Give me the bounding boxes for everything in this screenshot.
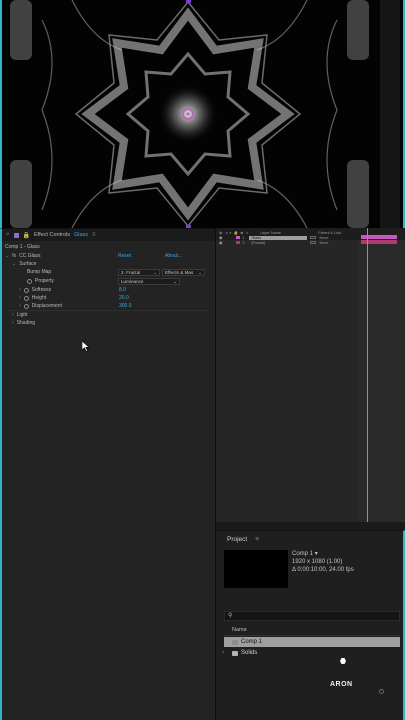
displacement-value[interactable]: 300.0 bbox=[119, 302, 132, 310]
mouse-cursor-icon bbox=[82, 341, 90, 352]
project-tab[interactable]: Project ≡ bbox=[216, 531, 403, 547]
softness-row: › Softness bbox=[19, 286, 51, 294]
effect-name: CC Glass bbox=[19, 253, 41, 259]
light-label: Light bbox=[16, 312, 28, 318]
label-color-swatch[interactable] bbox=[236, 241, 241, 244]
comp-name: Comp 1 bbox=[292, 551, 314, 557]
lock-icon[interactable] bbox=[13, 232, 19, 238]
number-icon: # bbox=[246, 230, 249, 235]
expand-arrow-icon[interactable]: › bbox=[19, 287, 21, 293]
surface-label: Surface bbox=[19, 261, 37, 267]
chevron-down-icon: ⌄ bbox=[173, 278, 177, 284]
comp-path: Comp 1 - Glass bbox=[5, 244, 40, 250]
timeline-track-area[interactable] bbox=[359, 228, 405, 530]
playhead[interactable] bbox=[367, 228, 368, 524]
collapse-arrow-icon[interactable]: ⌄ bbox=[5, 253, 9, 259]
project-item-folder[interactable]: › Solids bbox=[222, 648, 400, 658]
surface-group[interactable]: ⌄ Surface bbox=[12, 260, 36, 268]
bump-map-value: 2. Fractal bbox=[121, 270, 141, 275]
label-color-swatch[interactable] bbox=[236, 236, 241, 239]
project-panel: Project ≡ Comp 1 ▾ 1920 x 1080 (1.00) Δ … bbox=[216, 530, 405, 720]
collapse-arrow-icon[interactable]: ⌄ bbox=[12, 261, 16, 267]
panel-menu-icon[interactable]: ≡ bbox=[255, 536, 259, 543]
touch-indicator-icon bbox=[379, 689, 384, 694]
expand-arrow-icon[interactable]: › bbox=[19, 303, 21, 309]
tab-layer-name[interactable]: Glass bbox=[74, 232, 88, 238]
effect-controls-panel: × 🔒 Effect Controls Glass ≡ Comp 1 - Gla… bbox=[0, 228, 215, 720]
visibility-icon[interactable]: ◉ bbox=[219, 240, 222, 245]
lock-toggle-icon[interactable]: 🔒 bbox=[23, 232, 30, 239]
height-row: › Height bbox=[19, 294, 46, 302]
chevron-down-icon: ⌄ bbox=[153, 269, 157, 275]
bump-map-layer-select[interactable]: 2. Fractal ⌄ bbox=[118, 269, 160, 276]
folder-icon bbox=[232, 650, 238, 656]
effect-header-row[interactable]: ⌄ fx CC Glass Reset About... bbox=[5, 252, 213, 260]
item-name: Comp 1 bbox=[241, 639, 263, 645]
bump-map-source: Effects & Mas bbox=[165, 270, 194, 275]
reset-button[interactable]: Reset bbox=[118, 253, 131, 259]
softness-label: Softness bbox=[31, 287, 52, 293]
close-icon[interactable]: × bbox=[6, 232, 10, 238]
kaleidoscope-render bbox=[2, 0, 403, 228]
project-item-comp[interactable]: Comp 1 bbox=[224, 637, 400, 647]
comp-duration: Δ 0:00:10:00, 24.00 fps bbox=[292, 567, 354, 573]
timeline-footer[interactable] bbox=[216, 522, 405, 530]
stopwatch-icon[interactable] bbox=[27, 278, 32, 284]
comp-resolution: 1920 x 1080 (1.00) bbox=[292, 559, 343, 565]
stopwatch-icon[interactable] bbox=[23, 287, 29, 293]
layer-name[interactable]: [Fractal] bbox=[249, 241, 307, 245]
composition-viewer[interactable] bbox=[0, 0, 405, 228]
search-icon: ⚲ bbox=[228, 613, 233, 619]
chevron-down-icon[interactable]: ▾ bbox=[315, 551, 318, 557]
property-label: Property bbox=[35, 278, 54, 284]
tab-title: Effect Controls bbox=[34, 232, 70, 238]
expand-arrow-icon[interactable]: › bbox=[19, 295, 21, 301]
comp-info: Comp 1 ▾ 1920 x 1080 (1.00) Δ 0:00:10:00… bbox=[292, 550, 354, 574]
stopwatch-icon[interactable] bbox=[23, 303, 29, 309]
height-value[interactable]: 20.0 bbox=[119, 294, 129, 302]
stopwatch-icon[interactable] bbox=[23, 295, 29, 301]
divider bbox=[8, 310, 208, 311]
layer-number: 1 bbox=[242, 235, 245, 240]
pickwhip-icon[interactable] bbox=[310, 236, 317, 239]
softness-value[interactable]: 8.0 bbox=[119, 286, 126, 294]
timeline-panel: ◉ ◂ ● 🔒 ◆ # Layer Name Parent & Link ◉ 1… bbox=[216, 228, 405, 530]
expand-arrow-icon[interactable]: › bbox=[12, 320, 14, 326]
project-search-input[interactable]: ⚲ bbox=[224, 611, 400, 621]
layer-parent[interactable]: None bbox=[319, 236, 328, 240]
name-column-header[interactable]: Name bbox=[224, 627, 400, 636]
expand-arrow-icon[interactable]: › bbox=[12, 312, 14, 318]
layer-parent[interactable]: None bbox=[319, 241, 328, 245]
panel-menu-icon[interactable]: ≡ bbox=[92, 232, 96, 238]
comp-thumbnail bbox=[224, 550, 288, 588]
pickwhip-icon[interactable] bbox=[310, 241, 317, 244]
shading-label: Shading bbox=[16, 320, 36, 326]
fx-icon[interactable]: fx bbox=[12, 253, 16, 259]
project-title: Project bbox=[227, 535, 248, 543]
shading-group[interactable]: › Shading bbox=[12, 319, 35, 327]
property-select[interactable]: Luminance ⌄ bbox=[118, 278, 180, 285]
property-value: Luminance bbox=[121, 279, 144, 284]
logo-hexagon-icon bbox=[340, 658, 346, 664]
height-label: Height bbox=[31, 295, 47, 301]
layer-number: 2 bbox=[242, 240, 245, 245]
expand-arrow-icon[interactable]: › bbox=[222, 650, 224, 656]
solo-icon[interactable]: ● bbox=[229, 231, 231, 235]
about-button[interactable]: About... bbox=[165, 253, 182, 259]
item-name: Solids bbox=[241, 650, 258, 656]
property-row: Property bbox=[27, 277, 54, 285]
bump-map-source-select[interactable]: Effects & Mas ⌄ bbox=[162, 269, 205, 276]
layer-name-column[interactable]: Layer Name bbox=[260, 231, 318, 235]
displacement-label: Displacement bbox=[31, 303, 62, 309]
effect-controls-tab[interactable]: × 🔒 Effect Controls Glass ≡ bbox=[2, 229, 215, 241]
chevron-down-icon: ⌄ bbox=[198, 269, 202, 275]
parent-link-column[interactable]: Parent & Link bbox=[318, 231, 341, 235]
bump-map-label: Bump Map bbox=[27, 269, 52, 275]
viewer-scrollbar[interactable] bbox=[380, 0, 400, 228]
displacement-row: › Displacement bbox=[19, 302, 62, 310]
composition-icon bbox=[232, 639, 238, 645]
layer-name[interactable]: Glass bbox=[249, 235, 308, 240]
watermark: ARON bbox=[330, 681, 353, 688]
light-group[interactable]: › Light bbox=[12, 311, 28, 319]
